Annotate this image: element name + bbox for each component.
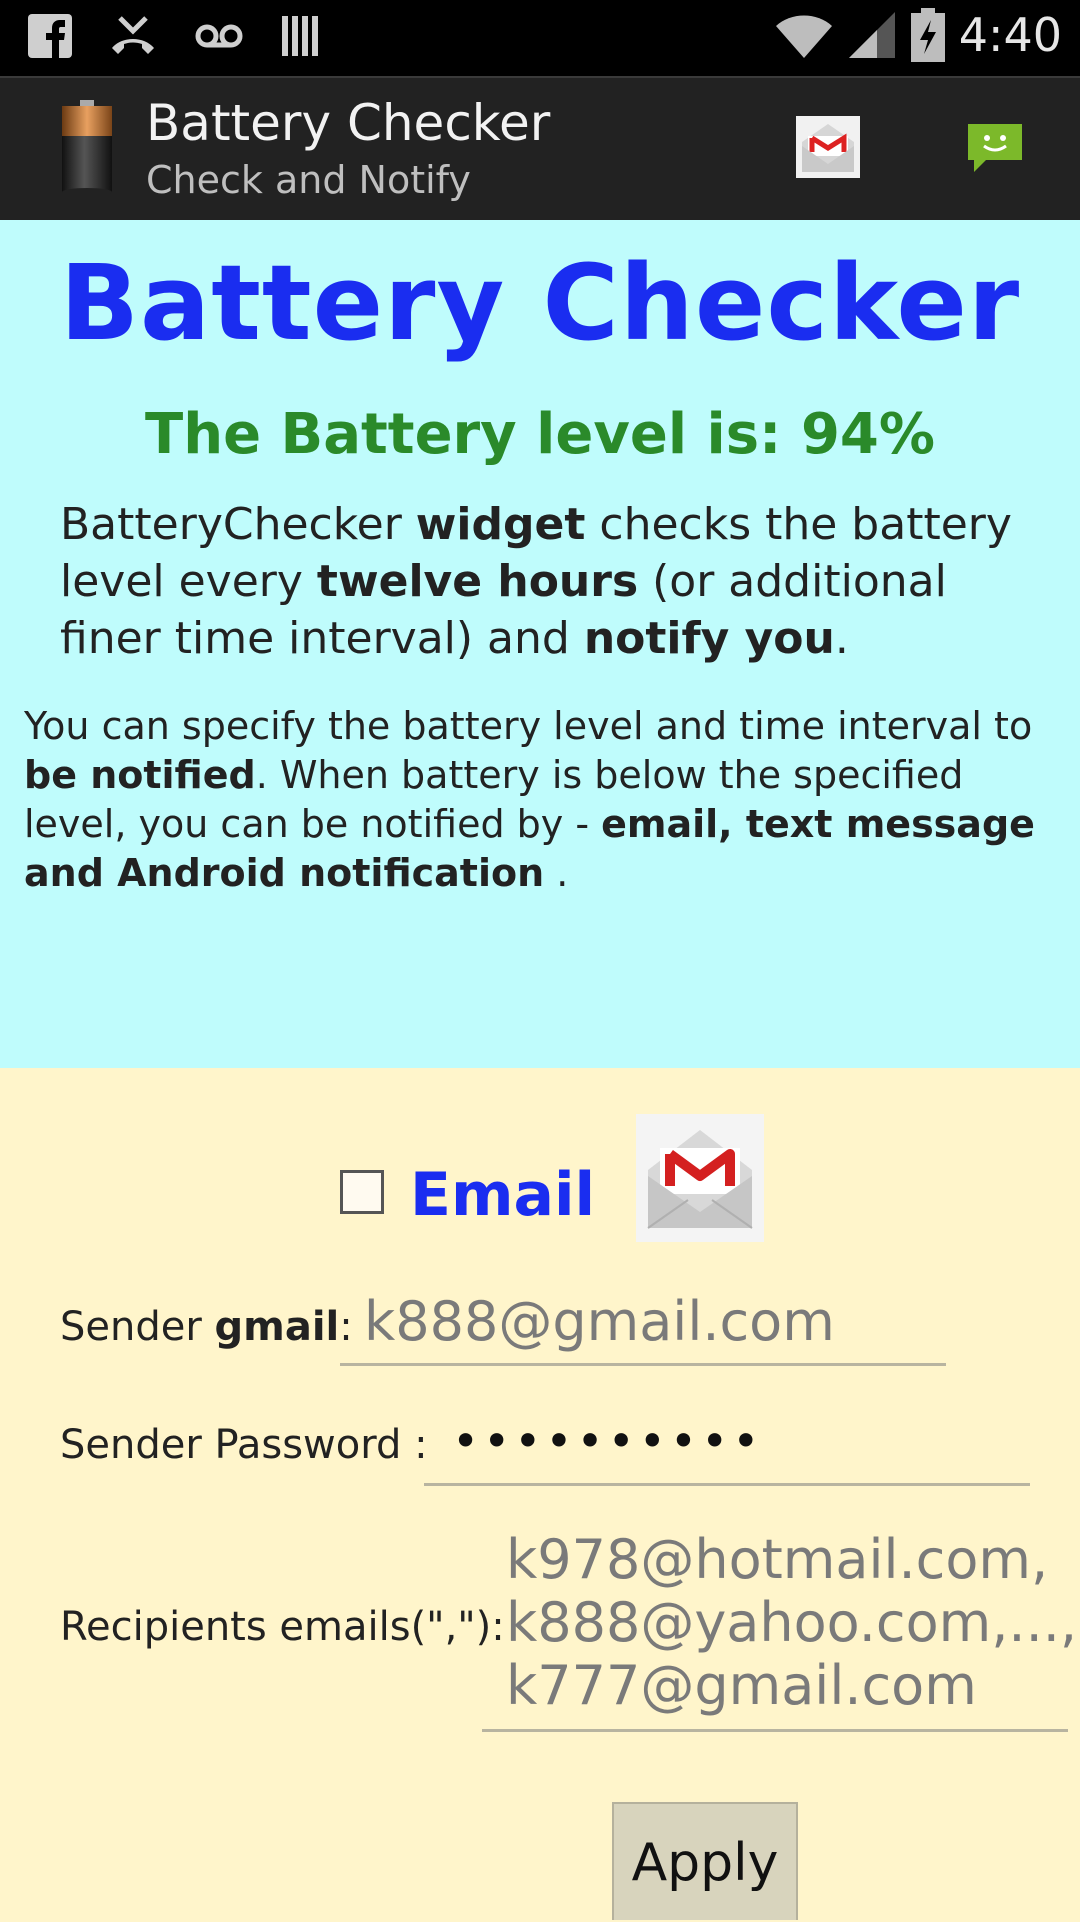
system-icons: 4:40 <box>775 8 1062 62</box>
sender-password-label: Sender Password : <box>60 1422 428 1468</box>
gmail-icon <box>636 1114 764 1242</box>
facebook-icon <box>28 14 72 58</box>
app-subtitle: Check and Notify <box>146 158 471 202</box>
description-paragraph: BatteryChecker widget checks the battery… <box>60 499 1012 664</box>
wifi-icon <box>775 15 832 58</box>
signal-icon <box>848 12 895 58</box>
battery-charging-icon <box>910 8 945 62</box>
clock: 4:40 <box>958 8 1062 62</box>
status-bar: 4:40 <box>0 0 1080 76</box>
recipients-hint-line: k888@yahoo.com,..., <box>506 1591 1078 1654</box>
app-title: Battery Checker <box>146 94 551 152</box>
barcode-icon <box>282 16 318 56</box>
recipients-hint-line: k978@hotmail.com, <box>506 1528 1049 1591</box>
gmail-icon[interactable] <box>796 116 860 178</box>
email-label[interactable]: Email <box>410 1160 595 1230</box>
email-checkbox[interactable] <box>340 1170 384 1214</box>
action-bar: Battery Checker Check and Notify <box>0 76 1080 220</box>
recipients-hint-line: k777@gmail.com <box>506 1654 977 1717</box>
battery-app-icon <box>62 100 112 196</box>
battery-level-text: The Battery level is: 94% <box>145 402 935 467</box>
recipients-label: Recipients emails(","): <box>60 1604 505 1650</box>
notification-paragraph: You can specify the battery level and ti… <box>24 704 1035 895</box>
sms-icon[interactable] <box>966 118 1024 176</box>
missed-call-icon <box>112 16 154 54</box>
voicemail-icon <box>195 24 243 48</box>
notification-icons <box>28 14 320 58</box>
apply-button[interactable]: Apply <box>612 1802 798 1920</box>
sender-password-input[interactable]: •••••••••• <box>424 1414 1030 1486</box>
info-section: Battery Checker The Battery level is: 94… <box>0 220 1080 1068</box>
page-title: Battery Checker <box>59 242 1021 364</box>
recipients-input[interactable]: k978@hotmail.com, k888@yahoo.com,..., k7… <box>482 1528 1078 1732</box>
sender-gmail-input[interactable]: k888@gmail.com <box>340 1290 946 1366</box>
sender-gmail-label: Sender gmail: <box>60 1304 353 1350</box>
